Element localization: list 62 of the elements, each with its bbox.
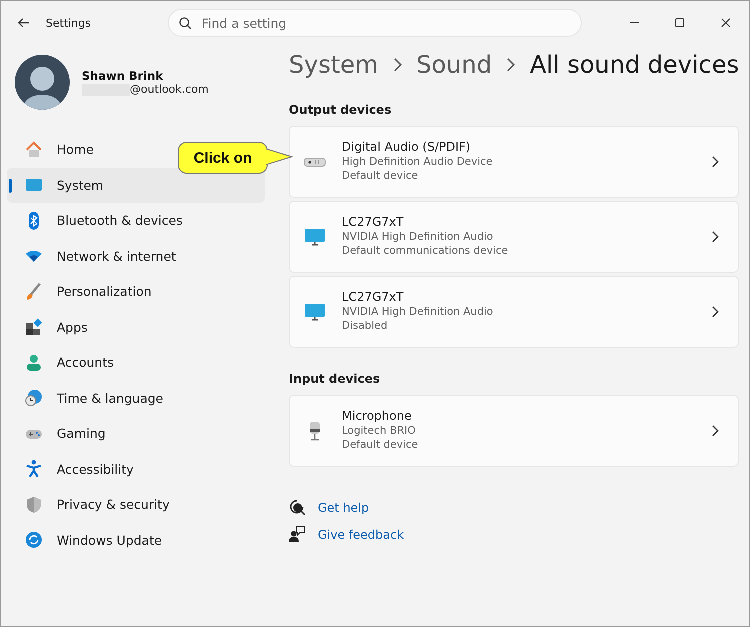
chevron-icon <box>712 231 720 243</box>
section-heading: Input devices <box>289 372 382 386</box>
device-card[interactable]: LC27G7xT NVIDIA High Definition Audio Disabled <box>289 276 740 348</box>
close-icon <box>721 18 731 28</box>
chevron-icon <box>712 306 720 318</box>
sidebar-item[interactable]: System <box>7 168 265 203</box>
device-driver: Logitech BRIO <box>342 424 417 438</box>
maximize-icon <box>675 18 685 28</box>
sidebar-item[interactable]: Bluetooth & devices <box>7 203 265 238</box>
help-icon <box>289 499 306 516</box>
chevron-icon <box>712 156 720 168</box>
monitor-icon <box>304 302 326 322</box>
device-driver: NVIDIA High Definition Audio <box>342 230 494 244</box>
device-driver: High Definition Audio Device <box>342 154 494 170</box>
back-arrow-icon <box>17 17 30 29</box>
device-status: Disabled <box>342 319 389 334</box>
home-icon <box>25 140 43 159</box>
account-email: @outlook.com <box>130 83 209 96</box>
shield-icon <box>25 496 43 514</box>
page-title: All sound devices <box>530 51 740 79</box>
accessibility-icon <box>25 460 43 478</box>
sidebar-item[interactable]: Accounts <box>7 345 265 380</box>
device-name: LC27G7xT <box>342 290 405 305</box>
device-card[interactable]: Digital Audio (S/PDIF) High Definition Audio Device Default device <box>289 126 740 198</box>
section-heading: Output devices <box>289 103 393 117</box>
device-status: Default device <box>342 438 420 453</box>
help-link[interactable]: Get help <box>318 500 370 514</box>
person-icon <box>25 354 43 372</box>
update-icon <box>25 531 43 550</box>
sidebar-item[interactable]: Accessibility <box>7 452 265 487</box>
chevron-icon <box>506 58 516 72</box>
sidebar-item[interactable]: Network & internet <box>7 238 265 274</box>
sidebar-item[interactable]: Apps <box>7 310 265 345</box>
sidebar-item[interactable]: Gaming <box>7 416 265 452</box>
sidebar-item[interactable]: Windows Update <box>7 522 265 558</box>
globe-clock-icon <box>25 389 43 408</box>
paintbrush-icon <box>25 282 43 301</box>
account-name: Shawn Brink <box>82 69 164 83</box>
device-name: LC27G7xT <box>342 215 405 230</box>
sidebar-item[interactable]: Privacy & security <box>7 487 265 522</box>
callout-pointer-tooltip <box>266 149 293 166</box>
device-name: Microphone <box>342 409 413 424</box>
search-field[interactable]: Find a setting <box>168 9 582 37</box>
device-name: Digital Audio (S/PDIF) <box>342 140 472 155</box>
device-card[interactable]: LC27G7xT NVIDIA High Definition Audio Default communications device <box>289 201 740 273</box>
window-title: Settings <box>46 16 92 30</box>
breadcrumb-link[interactable]: Sound <box>416 51 492 79</box>
sidebar-item[interactable]: Personalization <box>7 274 265 310</box>
monitor-icon <box>304 227 326 247</box>
apps-icon <box>25 318 43 336</box>
chevron-icon <box>392 58 402 72</box>
chevron-icon <box>712 425 720 437</box>
speaker-icon <box>304 158 326 166</box>
feedback-icon <box>289 526 306 543</box>
device-card[interactable]: Microphone Logitech BRIO Default device <box>289 395 740 467</box>
feedback-link[interactable]: Give feedback <box>318 528 404 542</box>
device-driver: NVIDIA High Definition Audio <box>342 304 494 320</box>
device-status: Default device <box>342 169 420 184</box>
device-status: Default communications device <box>342 244 510 259</box>
breadcrumb-link[interactable]: System <box>289 51 378 79</box>
sidebar-item[interactable]: Time & language <box>7 380 265 416</box>
selection-indicator <box>9 178 12 192</box>
